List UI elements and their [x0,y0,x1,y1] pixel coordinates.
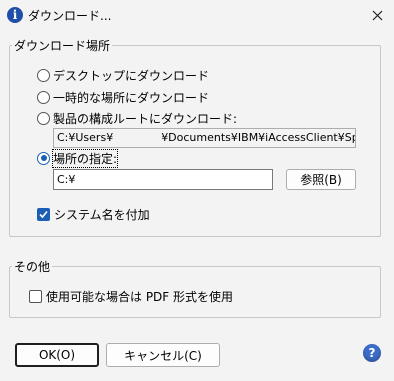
radio-product-root-label: 製品の構成ルートにダウンロード: [53,111,238,126]
radio-specify-location-label: 場所の指定: [51,148,119,168]
radio-desktop-label: デスクトップにダウンロード [53,68,210,83]
radio-product-root[interactable]: 製品の構成ルートにダウンロード: [37,110,237,126]
product-root-path-field: C:¥Users¥ ¥Documents¥IBM¥iAccessClient¥Sp… [53,128,356,148]
radio-button[interactable] [37,111,50,125]
radio-specify-location[interactable]: 場所の指定: [37,148,119,168]
radio-button[interactable] [37,90,50,104]
close-icon [372,10,382,20]
use-pdf-checkbox[interactable]: 使用可能な場合は PDF 形式を使用 [29,288,233,304]
radio-desktop[interactable]: デスクトップにダウンロード [37,67,209,83]
window-title: ダウンロード... [28,9,112,23]
checkmark-icon [39,210,48,218]
cancel-button[interactable]: キャンセル(C) [106,343,220,367]
help-icon[interactable]: ? [363,344,381,362]
radio-temp-label: 一時的な場所にダウンロード [53,90,210,105]
browse-button[interactable]: 参照(B) [286,169,356,190]
product-root-path-start: C:¥Users¥ [57,131,114,144]
radio-button[interactable] [37,68,50,82]
title-bar: i ダウンロード... [0,0,394,31]
add-system-name-checkbox[interactable]: システム名を付加 [37,206,150,222]
download-location-legend: ダウンロード場所 [14,39,111,53]
info-icon: i [7,7,23,23]
location-input[interactable]: C:¥ [53,169,273,190]
radio-temp[interactable]: 一時的な場所にダウンロード [37,89,209,105]
radio-button-selected[interactable] [37,151,50,165]
ok-button[interactable]: OK(O) [15,343,99,367]
other-legend: その他 [14,260,51,274]
use-pdf-label: 使用可能な場合は PDF 形式を使用 [46,289,234,304]
close-button[interactable] [362,1,392,29]
checkbox-unchecked[interactable] [29,289,42,303]
checkbox-checked[interactable] [37,207,50,221]
add-system-name-label: システム名を付加 [54,207,150,222]
product-root-path-end: ¥Documents¥IBM¥iAccessClient¥Splf [161,131,356,144]
